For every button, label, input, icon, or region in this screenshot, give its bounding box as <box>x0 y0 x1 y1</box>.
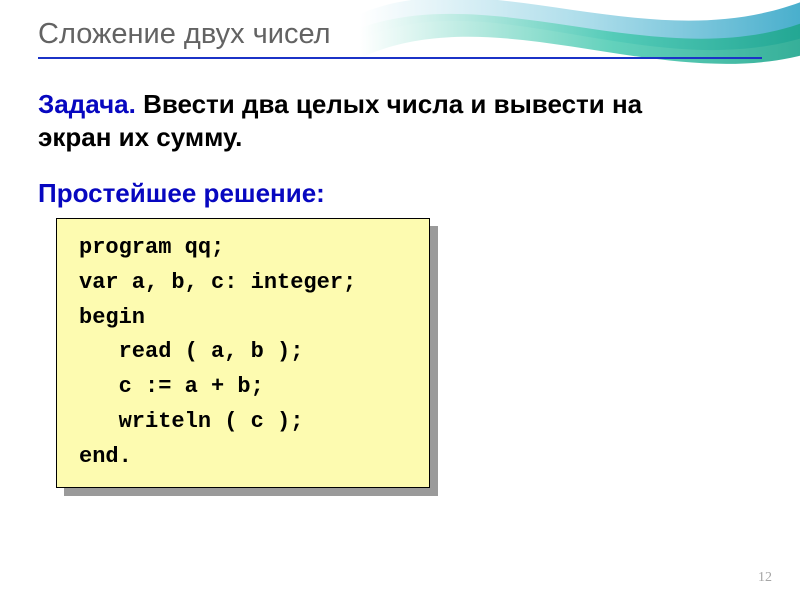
code-content: program qq; var a, b, c: integer; begin … <box>79 231 415 474</box>
task-text-line1: Ввести два целых числа и вывести на <box>136 89 642 119</box>
code-box: program qq; var a, b, c: integer; begin … <box>56 218 430 488</box>
page-number: 12 <box>758 570 772 586</box>
solution-heading: Простейшее решение: <box>38 178 325 209</box>
task-label: Задача. <box>38 89 136 119</box>
task-description: Задача. Ввести два целых числа и вывести… <box>38 88 762 153</box>
page-title: Сложение двух чисел <box>38 18 762 51</box>
title-underline <box>38 57 762 59</box>
task-text-line2: экран их сумму. <box>38 122 242 152</box>
title-block: Сложение двух чисел <box>38 18 762 59</box>
